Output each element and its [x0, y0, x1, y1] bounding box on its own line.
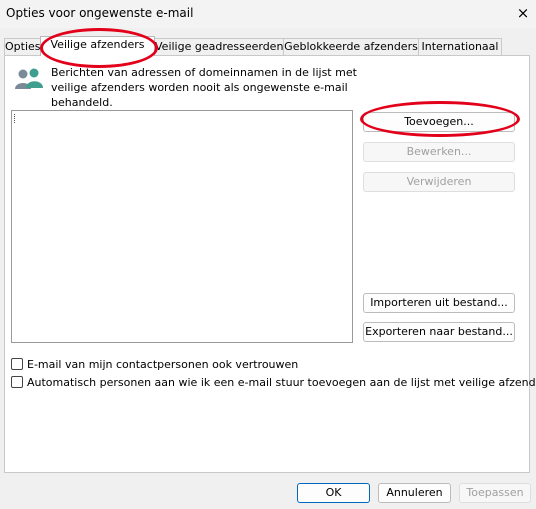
edit-button[interactable]: Bewerken...	[363, 142, 515, 162]
tab-veilige-afzenders[interactable]: Veilige afzenders	[40, 36, 155, 56]
export-button[interactable]: Exporteren naar bestand...	[363, 322, 515, 342]
checkbox-label: E-mail van mijn contactpersonen ook vert…	[27, 358, 299, 371]
focus-caret	[14, 114, 16, 123]
tab-internationaal[interactable]: Internationaal	[418, 38, 502, 55]
checkbox-box[interactable]	[11, 358, 23, 370]
tab-panel: Berichten van adressen of domeinnamen in…	[4, 55, 536, 473]
auto-add-recipients-checkbox[interactable]: Automatisch personen aan wie ik een e-ma…	[11, 376, 536, 390]
ok-button[interactable]: OK	[297, 483, 370, 503]
add-button[interactable]: Toevoegen...	[363, 112, 515, 132]
tab-opties[interactable]: Opties	[4, 38, 41, 55]
tab-geblokkeerde-afzenders[interactable]: Geblokkeerde afzenders	[283, 38, 419, 55]
remove-button[interactable]: Verwijderen	[363, 172, 515, 192]
checkbox-label: Automatisch personen aan wie ik een e-ma…	[27, 376, 536, 389]
cancel-button[interactable]: Annuleren	[378, 483, 451, 503]
tab-strip: Opties Veilige afzenders Veilige geadres…	[4, 36, 530, 56]
people-icon	[15, 68, 43, 89]
window-title: Opties voor ongewenste e-mail	[6, 6, 194, 20]
safe-senders-list[interactable]	[11, 110, 353, 343]
tab-veilige-geadresseerden[interactable]: Veilige geadresseerden	[154, 38, 284, 55]
import-button[interactable]: Importeren uit bestand...	[363, 293, 515, 313]
trust-contacts-checkbox[interactable]: E-mail van mijn contactpersonen ook vert…	[11, 358, 511, 372]
apply-button[interactable]: Toepassen	[459, 483, 531, 503]
title-bar: Opties voor ongewenste e-mail ×	[0, 0, 536, 28]
info-text: Berichten van adressen of domeinnamen in…	[51, 66, 357, 109]
checkbox-box[interactable]	[11, 376, 23, 388]
close-icon[interactable]: ×	[512, 2, 534, 24]
